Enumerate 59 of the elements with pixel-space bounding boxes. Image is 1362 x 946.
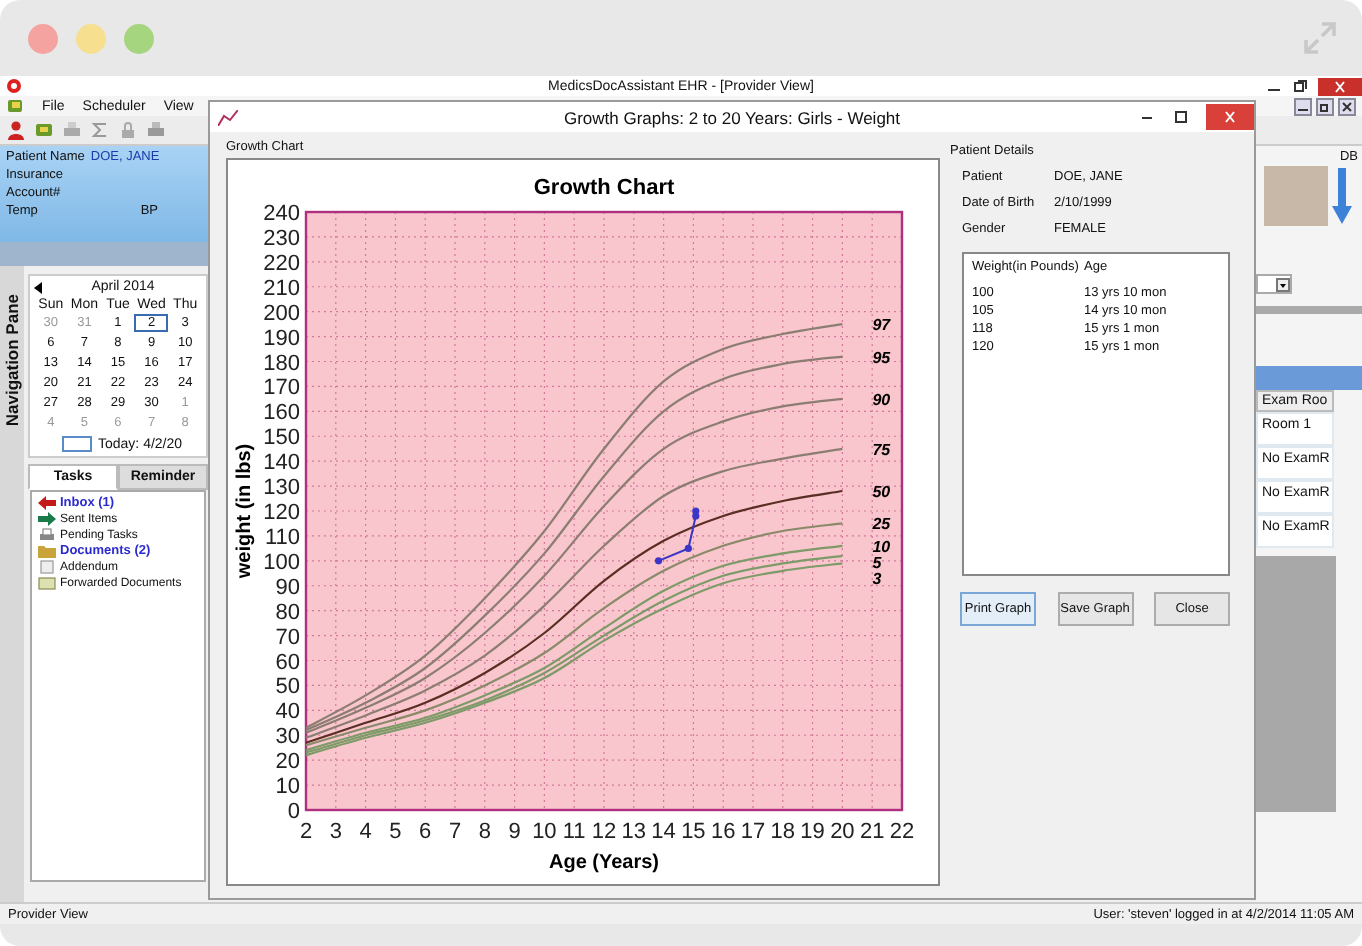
axis-tick-label: 220 <box>263 251 300 276</box>
axis-tick-label: 230 <box>263 226 300 251</box>
axis-tick-label: 80 <box>275 600 300 625</box>
axis-tick-label: 13 <box>621 820 647 844</box>
chart-title: Growth Chart <box>533 176 675 200</box>
percentile-label: 95 <box>872 348 891 367</box>
axis-tick-label: 4 <box>359 820 372 844</box>
axis-tick-label: 70 <box>275 625 300 650</box>
axis-title: weight (in lbs) <box>234 443 256 579</box>
percentile-label: 25 <box>872 515 891 534</box>
axis-tick-label: 8 <box>478 820 491 844</box>
percentile-label: 10 <box>872 537 891 556</box>
axis-tick-label: 190 <box>263 326 300 351</box>
axis-tick-label: 3 <box>329 820 342 844</box>
percentile-label: 50 <box>872 483 891 502</box>
axis-tick-label: 160 <box>263 401 300 426</box>
axis-tick-label: 0 <box>287 800 300 824</box>
axis-tick-label: 14 <box>651 820 676 844</box>
axis-tick-label: 20 <box>275 750 300 775</box>
axis-tick-label: 21 <box>859 820 885 844</box>
axis-tick-label: 210 <box>263 276 300 301</box>
axis-tick-label: 30 <box>275 725 300 750</box>
axis-tick-label: 20 <box>830 820 855 844</box>
axis-tick-label: 7 <box>448 820 462 844</box>
percentile-label: 90 <box>872 390 891 409</box>
percentile-label: 5 <box>872 553 882 572</box>
axis-tick-label: 60 <box>275 650 300 675</box>
axis-tick-label: 170 <box>263 376 300 401</box>
axis-tick-label: 16 <box>710 820 736 844</box>
percentile-label: 75 <box>872 440 891 459</box>
axis-tick-label: 22 <box>889 820 915 844</box>
axis-tick-label: 12 <box>591 820 617 844</box>
axis-tick-label: 100 <box>263 550 300 575</box>
axis-tick-label: 110 <box>264 525 300 550</box>
axis-tick-label: 50 <box>275 675 300 700</box>
axis-tick-label: 40 <box>275 700 300 725</box>
axis-tick-label: 18 <box>770 820 796 844</box>
axis-tick-label: 11 <box>562 820 586 844</box>
axis-tick-label: 6 <box>419 820 432 844</box>
percentile-label: 97 <box>872 316 891 335</box>
axis-tick-label: 9 <box>508 820 521 844</box>
axis-tick-label: 19 <box>800 820 825 844</box>
axis-tick-label: 15 <box>681 820 706 844</box>
axis-tick-label: 120 <box>263 501 300 525</box>
axis-tick-label: 180 <box>263 351 300 376</box>
axis-tick-label: 90 <box>275 575 300 600</box>
axis-tick-label: 17 <box>740 820 766 844</box>
percentile-label: 3 <box>872 569 882 588</box>
axis-tick-label: 130 <box>263 476 300 501</box>
axis-tick-label: 5 <box>389 820 402 844</box>
dialog-title: Growth Graphs: 2 to 20 Years: Girls - Weight <box>563 107 901 127</box>
axis-tick-label: 240 <box>263 202 300 226</box>
axis-tick-label: 10 <box>532 820 557 844</box>
axis-title: Age (Years) <box>548 852 660 874</box>
axis-tick-label: 150 <box>263 426 300 451</box>
axis-tick-label: 10 <box>275 775 300 800</box>
axis-tick-label: 2 <box>299 820 313 844</box>
axis-tick-label: 140 <box>263 451 300 476</box>
axis-tick-label: 200 <box>263 301 300 326</box>
